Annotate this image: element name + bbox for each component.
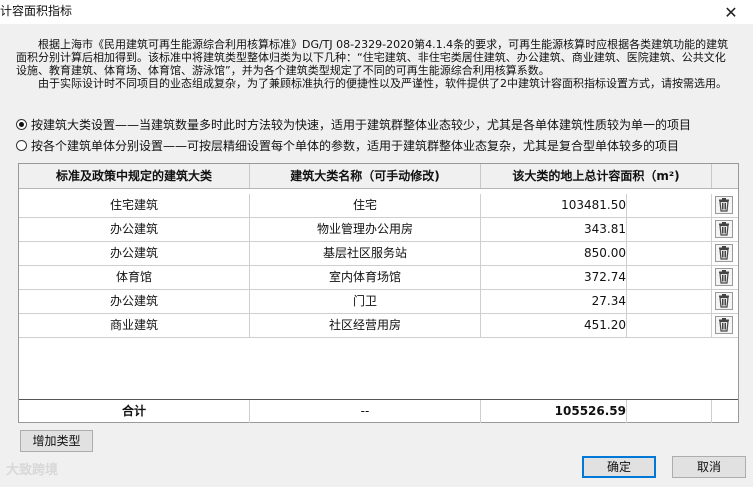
table-row[interactable]: 商业建筑 社区经营用房 451.20 (19, 314, 738, 338)
table-row[interactable]: 办公建筑 基层社区服务站 850.00 (19, 242, 738, 266)
option-by-type[interactable]: 按建筑大类设置——当建筑数量多时此时方法较为快速，适用于建筑群整体业态较少，尤其… (16, 116, 691, 133)
trash-icon[interactable] (715, 316, 733, 334)
row-area[interactable]: 451.20 (481, 314, 627, 337)
total-name: -- (250, 400, 481, 423)
row-category[interactable]: 商业建筑 (19, 314, 250, 337)
cancel-button[interactable]: 取消 (672, 456, 746, 478)
total-label: 合计 (19, 400, 250, 423)
row-name[interactable]: 门卫 (250, 290, 481, 313)
header-action (712, 164, 738, 188)
row-area[interactable]: 103481.50 (481, 194, 627, 217)
row-name[interactable]: 室内体育场馆 (250, 266, 481, 289)
total-spacer (627, 400, 712, 423)
total-area: 105526.59 (481, 400, 627, 423)
row-category[interactable]: 办公建筑 (19, 218, 250, 241)
row-area-pad (627, 242, 712, 265)
row-area-pad (627, 218, 712, 241)
row-area[interactable]: 27.34 (481, 290, 627, 313)
area-table: 标准及政策中规定的建筑大类 建筑大类名称（可手动修改) 该大类的地上总计容面积（… (18, 163, 739, 423)
row-category[interactable]: 住宅建筑 (19, 194, 250, 217)
table-row[interactable]: 办公建筑 门卫 27.34 (19, 290, 738, 314)
row-area[interactable]: 372.74 (481, 266, 627, 289)
row-area-pad (627, 266, 712, 289)
row-area-pad (627, 314, 712, 337)
option-by-building-label: 按各个建筑单体分别设置——可按层精细设置每个单体的参数，适用于建筑群整体业态复杂… (31, 139, 680, 153)
row-name[interactable]: 社区经营用房 (250, 314, 481, 337)
radio-by-type[interactable] (16, 119, 27, 130)
ok-button[interactable]: 确定 (582, 456, 656, 478)
row-category[interactable]: 办公建筑 (19, 242, 250, 265)
row-area-pad (627, 290, 712, 313)
trash-icon[interactable] (715, 196, 733, 214)
close-icon[interactable]: ✕ (709, 0, 753, 24)
row-category[interactable]: 体育馆 (19, 266, 250, 289)
trash-icon[interactable] (715, 292, 733, 310)
description: 根据上海市《民用建筑可再生能源综合利用核算标准》DG/TJ 08-2329-20… (16, 38, 736, 90)
table-row[interactable]: 办公建筑 物业管理办公用房 343.81 (19, 218, 738, 242)
title-bar: 计容面积指标 ✕ (0, 0, 753, 24)
row-area[interactable]: 850.00 (481, 242, 627, 265)
option-by-building[interactable]: 按各个建筑单体分别设置——可按层精细设置每个单体的参数，适用于建筑群整体业态复杂… (16, 137, 679, 154)
header-category[interactable]: 标准及政策中规定的建筑大类 (19, 164, 250, 188)
total-row: 合计 -- 105526.59 (19, 399, 738, 423)
option-by-type-label: 按建筑大类设置——当建筑数量多时此时方法较为快速，适用于建筑群整体业态较少，尤其… (31, 118, 692, 132)
row-area-pad (627, 194, 712, 217)
window-title: 计容面积指标 (0, 4, 73, 18)
add-type-button[interactable]: 增加类型 (20, 430, 93, 452)
table-header: 标准及政策中规定的建筑大类 建筑大类名称（可手动修改) 该大类的地上总计容面积（… (19, 164, 738, 189)
row-name[interactable]: 住宅 (250, 194, 481, 217)
radio-by-building[interactable] (16, 140, 27, 151)
row-category[interactable]: 办公建筑 (19, 290, 250, 313)
description-paragraph-2: 由于实际设计时不同项目的业态组成复杂，为了兼顾标准执行的便捷性以及严谨性，软件提… (38, 77, 727, 90)
trash-icon[interactable] (715, 244, 733, 262)
table-row[interactable]: 住宅建筑 住宅 103481.50 (19, 194, 738, 218)
row-name[interactable]: 物业管理办公用房 (250, 218, 481, 241)
header-area[interactable]: 该大类的地上总计容面积（m²) (481, 164, 712, 188)
header-name[interactable]: 建筑大类名称（可手动修改) (250, 164, 481, 188)
table-row[interactable]: 体育馆 室内体育场馆 372.74 (19, 266, 738, 290)
watermark-logo: 大致跨境 (6, 463, 59, 478)
trash-icon[interactable] (715, 220, 733, 238)
trash-icon[interactable] (715, 268, 733, 286)
row-area[interactable]: 343.81 (481, 218, 627, 241)
description-paragraph-1: 根据上海市《民用建筑可再生能源综合利用核算标准》DG/TJ 08-2329-20… (16, 38, 729, 77)
row-name[interactable]: 基层社区服务站 (250, 242, 481, 265)
